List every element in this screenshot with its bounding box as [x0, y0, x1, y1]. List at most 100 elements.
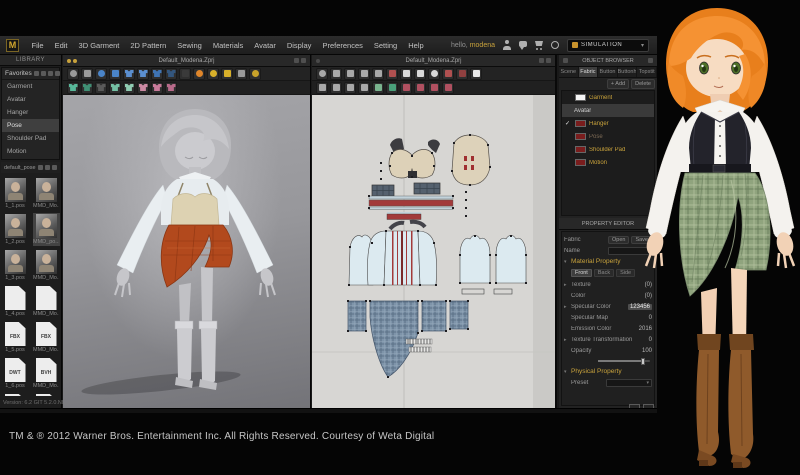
add-favorite-icon[interactable]	[33, 71, 39, 76]
canvas-2d[interactable]	[312, 95, 555, 408]
open-folder-icon[interactable]	[45, 165, 50, 170]
edit-curve-icon[interactable]	[372, 67, 384, 80]
close-icon[interactable]	[301, 58, 306, 63]
wind-icon[interactable]	[165, 67, 177, 80]
menu-edit[interactable]: Edit	[49, 41, 73, 50]
property-texture-transformation[interactable]: ▸ Texture Transformation 0	[564, 334, 652, 345]
settings-gear-icon[interactable]	[550, 40, 560, 50]
color-swatch[interactable]	[575, 120, 586, 127]
property-value[interactable]: (0)	[645, 293, 652, 299]
color-swatch[interactable]	[575, 146, 586, 153]
cart-icon[interactable]	[534, 40, 544, 50]
mesh-garment-icon[interactable]	[109, 81, 121, 94]
specification-icon[interactable]	[470, 67, 482, 80]
property-value[interactable]: 2016	[639, 326, 652, 332]
sidebar-item-pose[interactable]: Pose	[2, 119, 59, 132]
menu-help[interactable]: Help	[403, 41, 429, 50]
pattern-copy-icon[interactable]	[330, 81, 342, 94]
menu-file[interactable]: File	[26, 41, 49, 50]
library-thumbnail[interactable]: 1_1.pos	[2, 177, 29, 210]
menu-materials[interactable]: Materials	[207, 41, 248, 50]
property-value[interactable]: (0)	[645, 282, 652, 288]
sidebar-item-motion[interactable]: Motion	[2, 145, 59, 158]
material-tab-front[interactable]: Front	[571, 269, 592, 277]
save-fabric-button[interactable]: Save	[631, 235, 652, 244]
sidebar-item-shoulder-pad[interactable]: Shoulder Pad	[2, 132, 59, 145]
free-sewing-icon[interactable]	[386, 81, 398, 94]
library-thumbnail[interactable]	[2, 393, 29, 396]
rectangle-tool-icon[interactable]	[414, 67, 426, 80]
object-group-avatar[interactable]: Avatar	[562, 104, 654, 117]
list-view-icon[interactable]	[47, 71, 53, 76]
sidebar-item-hanger[interactable]: Hanger	[2, 106, 59, 119]
dock-icon[interactable]	[294, 58, 299, 63]
reset-pose-icon[interactable]	[235, 67, 247, 80]
show-seams-icon[interactable]	[81, 81, 93, 94]
tab-library[interactable]: LIBRARY	[0, 55, 61, 66]
property-texture[interactable]: ▸ Texture (0)	[564, 279, 652, 290]
section-material-property[interactable]: ▾ Material Property	[564, 256, 652, 267]
move-garment-icon[interactable]	[123, 67, 135, 80]
object-item-hanger[interactable]: ✓ Hanger	[562, 117, 654, 130]
transform-pattern-icon[interactable]	[316, 67, 328, 80]
stress-map-icon[interactable]	[165, 81, 177, 94]
opacity-slider[interactable]	[598, 357, 650, 365]
select-mesh-icon[interactable]	[109, 67, 121, 80]
pan-hand-icon[interactable]	[67, 67, 79, 80]
segment-sewing-icon[interactable]	[372, 81, 384, 94]
library-thumbnail[interactable]: BVH MMD_Mo...	[33, 357, 60, 390]
property-value[interactable]: 0	[649, 337, 652, 343]
color-swatch[interactable]	[575, 159, 586, 166]
library-thumbnail[interactable]	[33, 393, 60, 396]
rect-dart-icon[interactable]	[456, 67, 468, 80]
refit-garment-icon[interactable]	[151, 67, 163, 80]
preset-dropdown[interactable]: ▾	[606, 378, 652, 387]
menu-sewing[interactable]: Sewing	[172, 41, 208, 50]
library-folder-row[interactable]: default_pose	[1, 162, 60, 173]
show-internal-icon[interactable]	[95, 81, 107, 94]
library-thumbnail[interactable]: 1_2.pos	[2, 213, 29, 246]
library-thumbnail[interactable]: FBX 1_5.pos	[2, 321, 29, 354]
simulate-icon[interactable]	[95, 67, 107, 80]
tack-pin-icon[interactable]	[249, 67, 261, 80]
chat-icon[interactable]	[518, 40, 528, 50]
sewing-direction-icon[interactable]	[428, 81, 440, 94]
property-value[interactable]: 123456	[627, 303, 652, 310]
pin-icon[interactable]	[648, 58, 653, 63]
texture-garment-icon[interactable]	[123, 81, 135, 94]
library-thumbnail[interactable]: MMD_po...	[32, 213, 60, 246]
thick-texture-icon[interactable]	[137, 81, 149, 94]
tab-scene[interactable]: Scene	[559, 67, 579, 77]
select-move-icon[interactable]	[81, 67, 93, 80]
edit-sewing-icon[interactable]	[414, 81, 426, 94]
menu-avatar[interactable]: Avatar	[249, 41, 282, 50]
object-item-garment[interactable]: Garment	[562, 91, 654, 104]
property-specular-color[interactable]: ▸ Specular Color 123456	[564, 301, 652, 312]
section-physical-property[interactable]: ▾ Physical Property	[564, 366, 652, 377]
check-icon[interactable]: ✓	[565, 120, 572, 127]
library-thumbnail[interactable]: DWT 1_6.pos	[2, 357, 29, 390]
m-n-sewing-icon[interactable]	[400, 81, 412, 94]
material-tab-back[interactable]: Back	[593, 269, 615, 277]
tab-button[interactable]: Button	[598, 67, 618, 77]
panel-2d-header[interactable]: Default_Modena.Zprj	[312, 55, 555, 67]
pin-avatar-icon[interactable]	[221, 67, 233, 80]
add-object-button[interactable]: + Add	[606, 79, 630, 89]
refresh-folder-icon[interactable]	[52, 165, 57, 170]
menu-2d-pattern[interactable]: 2D Pattern	[125, 41, 172, 50]
menu-preferences[interactable]: Preferences	[317, 41, 368, 50]
library-thumbnail[interactable]: FBX MMD_Mo...	[33, 321, 60, 354]
edit-texture-icon[interactable]	[316, 81, 328, 94]
library-thumbnail[interactable]: MMD_Mo...	[33, 285, 60, 318]
panel-menu-icon[interactable]	[563, 58, 568, 63]
library-thumbnail[interactable]: 1_3.pos	[2, 249, 29, 282]
material-tab-side[interactable]: Side	[616, 269, 636, 277]
mode-select[interactable]: SIMULATION ▾	[567, 38, 649, 52]
menu-setting[interactable]: Setting	[368, 41, 402, 50]
add-point-icon[interactable]	[358, 67, 370, 80]
gizmo-sphere-icon[interactable]	[207, 67, 219, 80]
refresh-icon[interactable]	[54, 71, 60, 76]
thick-surface-icon[interactable]	[151, 81, 163, 94]
object-item-pose[interactable]: Pose	[562, 130, 654, 143]
property-emission-color[interactable]: Emission Color 2016	[564, 323, 652, 334]
